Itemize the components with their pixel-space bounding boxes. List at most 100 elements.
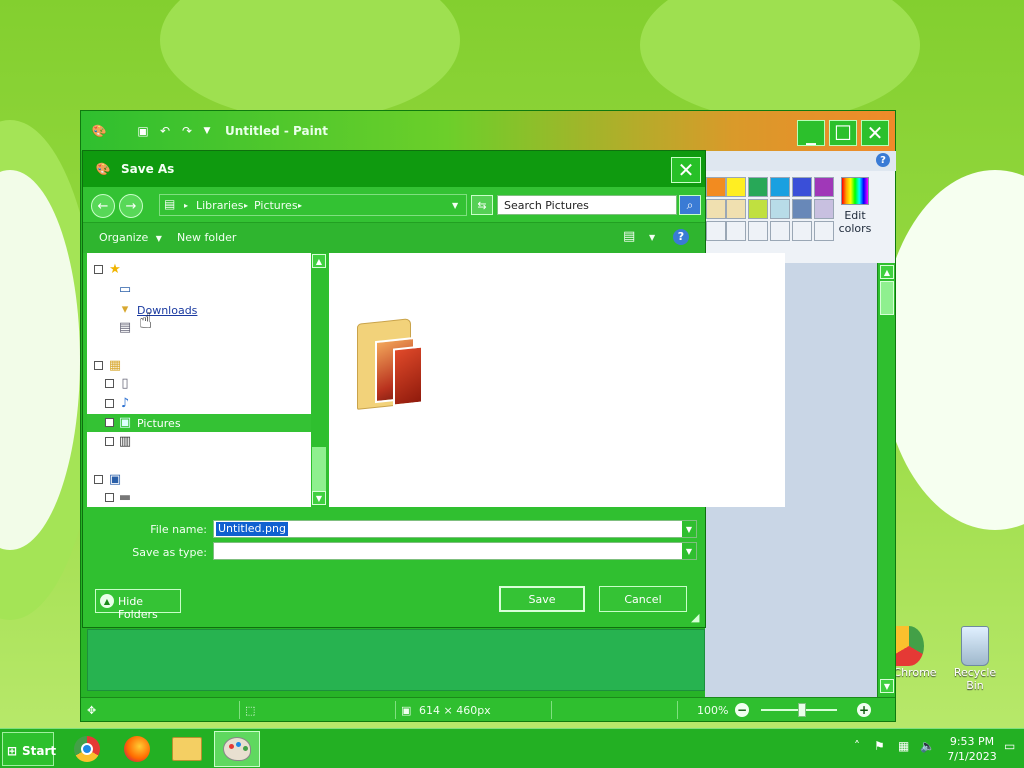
start-button[interactable]: ⊞ Start: [2, 732, 56, 766]
maximize-button[interactable]: ☐: [829, 120, 857, 146]
tree-item-music[interactable]: ♪: [87, 395, 311, 413]
resize-grip-icon[interactable]: ◢: [691, 611, 699, 624]
breadcrumb-pictures[interactable]: Pictures: [254, 199, 298, 212]
palette-color[interactable]: [792, 177, 812, 197]
network-icon[interactable]: ▦: [898, 739, 909, 753]
hide-folders-button[interactable]: ▲ Hide Folders: [95, 589, 181, 621]
redo-icon[interactable]: ↷: [179, 123, 195, 139]
palette-color[interactable]: [748, 199, 768, 219]
scroll-up-arrow-icon[interactable]: ▲: [880, 265, 894, 279]
customize-chevron-icon[interactable]: ▼: [199, 123, 215, 139]
taskbar-paint[interactable]: [214, 731, 260, 767]
palette-color-empty[interactable]: [748, 221, 768, 241]
scroll-down-arrow-icon[interactable]: ▼: [880, 679, 894, 693]
palette-color-empty[interactable]: [770, 221, 790, 241]
save-icon[interactable]: ▣: [135, 123, 151, 139]
expand-checkbox[interactable]: [105, 379, 114, 388]
search-icon[interactable]: ⌕: [679, 195, 701, 215]
expand-checkbox[interactable]: [105, 399, 114, 408]
undo-icon[interactable]: ↶: [157, 123, 173, 139]
edit-colors-label: Edit colors: [838, 209, 872, 235]
palette-color[interactable]: [726, 177, 746, 197]
expand-checkbox[interactable]: [94, 475, 103, 484]
tree-item-documents[interactable]: ▯: [87, 375, 311, 393]
cancel-button[interactable]: Cancel: [599, 586, 687, 612]
palette-color[interactable]: [748, 177, 768, 197]
tree-item-downloads[interactable]: ▾ Downloads: [87, 301, 311, 319]
tree-item-recent-places[interactable]: ▤: [87, 319, 311, 337]
address-dropdown-icon[interactable]: ▼: [452, 201, 458, 210]
palette-color[interactable]: [706, 199, 726, 219]
paint-app-icon[interactable]: 🎨: [91, 123, 107, 139]
refresh-button[interactable]: ⇆: [471, 195, 493, 215]
tree-item-local-disk[interactable]: ▬: [87, 489, 311, 507]
file-list-pane[interactable]: [329, 253, 785, 507]
save-as-type-select[interactable]: ▼: [213, 542, 697, 560]
scroll-thumb[interactable]: [312, 447, 326, 493]
palette-color-empty[interactable]: [792, 221, 812, 241]
help-icon[interactable]: ?: [876, 153, 890, 167]
help-icon[interactable]: ?: [673, 229, 689, 245]
scroll-up-arrow-icon[interactable]: ▲: [312, 254, 326, 268]
close-button[interactable]: ✕: [861, 120, 889, 146]
view-options-chevron-icon[interactable]: ▼: [649, 233, 655, 242]
tree-item-desktop[interactable]: ▭: [87, 281, 311, 299]
zoom-in-button[interactable]: +: [857, 703, 871, 717]
volume-muted-icon[interactable]: 🔈: [920, 739, 935, 753]
file-name-field[interactable]: Untitled.png ▼: [213, 520, 697, 538]
back-arrow-icon[interactable]: ←: [91, 194, 115, 218]
search-input[interactable]: Search Pictures: [497, 195, 677, 215]
breadcrumb-chevron-icon[interactable]: ▸: [184, 201, 188, 210]
expand-checkbox[interactable]: [94, 361, 103, 370]
palette-color[interactable]: [770, 199, 790, 219]
scroll-down-arrow-icon[interactable]: ▼: [312, 491, 326, 505]
show-hidden-icons-icon[interactable]: ˄: [854, 739, 860, 753]
zoom-slider-thumb[interactable]: [798, 703, 806, 717]
tree-item-videos[interactable]: ▥: [87, 433, 311, 451]
palette-color-empty[interactable]: [706, 221, 726, 241]
tree-item-favorites[interactable]: ★: [87, 261, 311, 279]
dialog-title-bar[interactable]: 🎨 Save As ✕: [83, 151, 705, 187]
palette-color[interactable]: [706, 177, 726, 197]
organize-menu[interactable]: Organize ▼: [99, 231, 162, 244]
palette-color-empty[interactable]: [726, 221, 746, 241]
tree-item-libraries[interactable]: ▦: [87, 357, 311, 375]
forward-arrow-icon[interactable]: →: [119, 194, 143, 218]
clock[interactable]: 9:53 PM 7/1/2023: [944, 734, 1000, 764]
palette-color[interactable]: [770, 177, 790, 197]
tree-scrollbar[interactable]: ▲ ▼: [311, 253, 327, 507]
new-folder-button[interactable]: New folder: [177, 231, 236, 244]
desktop-icon-recycle-bin[interactable]: Recycle Bin: [944, 626, 1006, 692]
desktop-icon-chrome[interactable]: Chrome: [892, 626, 938, 679]
vertical-scrollbar[interactable]: ▲ ▼: [877, 263, 895, 697]
chevron-down-icon[interactable]: ▼: [682, 521, 696, 537]
breadcrumb-chevron-icon[interactable]: ▸: [298, 201, 302, 210]
dialog-close-button[interactable]: ✕: [671, 157, 701, 183]
palette-color[interactable]: [792, 199, 812, 219]
taskbar-firefox[interactable]: [114, 731, 160, 767]
palette-color[interactable]: [726, 199, 746, 219]
tree-item-pictures[interactable]: ▣ Pictures: [87, 414, 311, 432]
edit-colors-button[interactable]: Edit colors: [830, 177, 880, 235]
chevron-down-icon[interactable]: ▼: [682, 543, 696, 559]
zoom-out-button[interactable]: −: [735, 703, 749, 717]
taskbar-file-explorer[interactable]: [164, 731, 210, 767]
expand-checkbox[interactable]: [105, 418, 114, 427]
breadcrumb-libraries[interactable]: Libraries: [196, 199, 244, 212]
drawing-canvas[interactable]: [87, 629, 705, 691]
paint-title-bar[interactable]: 🎨 ▣ ↶ ↷ ▼ Untitled - Paint _ ☐ ✕: [81, 111, 895, 151]
change-view-icon[interactable]: ▤: [623, 229, 635, 244]
breadcrumb-chevron-icon[interactable]: ▸: [244, 201, 248, 210]
expand-checkbox[interactable]: [105, 437, 114, 446]
save-button[interactable]: Save: [499, 586, 585, 612]
scroll-thumb[interactable]: [880, 281, 894, 315]
action-center-icon[interactable]: ⚑: [874, 739, 885, 753]
tree-item-computer[interactable]: ▣: [87, 471, 311, 489]
taskbar-chrome[interactable]: [64, 731, 110, 767]
expand-checkbox[interactable]: [94, 265, 103, 274]
expand-checkbox[interactable]: [105, 493, 114, 502]
minimize-button[interactable]: _: [797, 120, 825, 146]
address-bar[interactable]: ▤ ▸ Libraries ▸ Pictures ▸ ▼: [159, 194, 467, 216]
pictures-folder-icon[interactable]: [353, 317, 425, 410]
show-desktop-icon[interactable]: ▭: [1004, 739, 1015, 753]
